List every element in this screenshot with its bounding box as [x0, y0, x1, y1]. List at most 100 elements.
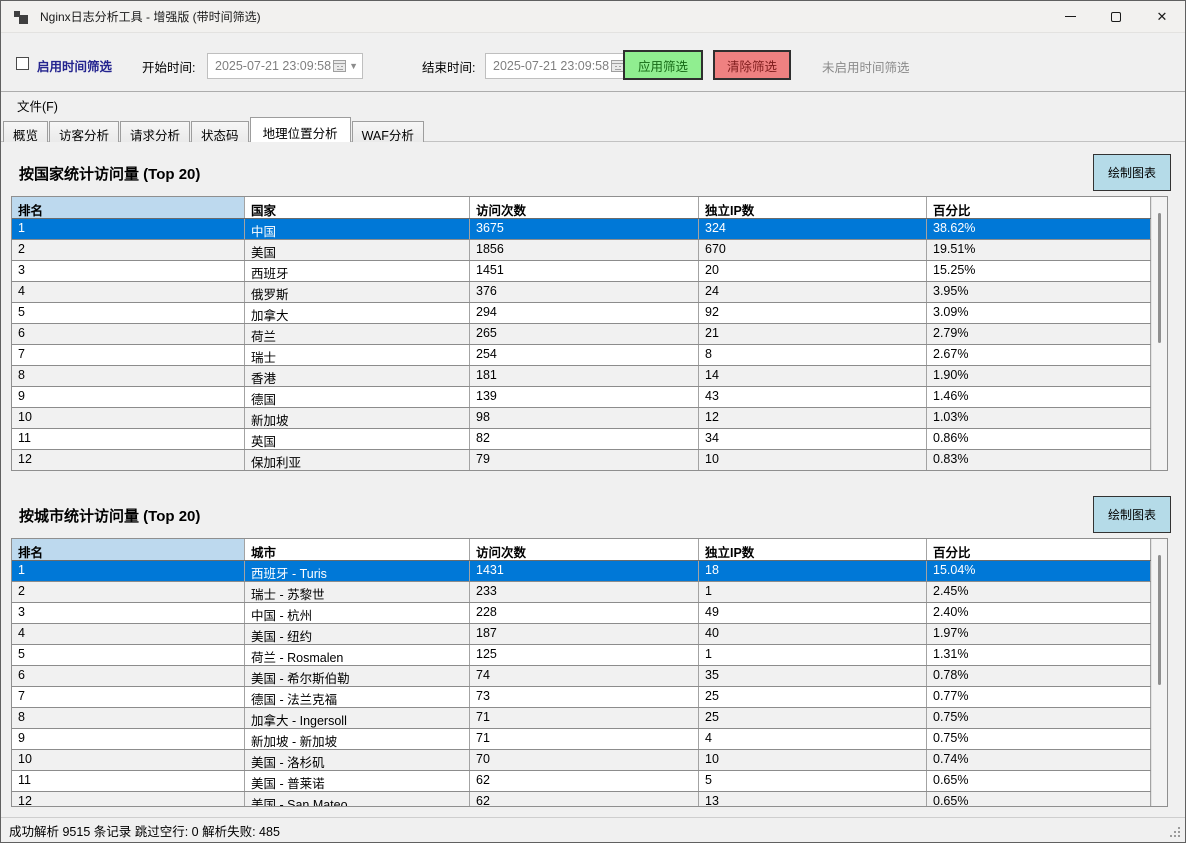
table-cell[interactable]: 20 [699, 261, 927, 281]
table-cell[interactable]: 3 [12, 603, 245, 623]
table-cell[interactable]: 1.31% [927, 645, 1151, 665]
table-cell[interactable]: 7 [12, 687, 245, 707]
table-cell[interactable]: 1 [12, 219, 245, 239]
table-cell[interactable]: 92 [699, 303, 927, 323]
table-cell[interactable]: 71 [470, 708, 699, 728]
column-header[interactable]: 访问次数 [470, 539, 699, 560]
table-cell[interactable]: 西班牙 [245, 261, 470, 281]
table-cell[interactable]: 4 [12, 282, 245, 302]
table-row[interactable]: 2美国185667019.51% [12, 240, 1151, 261]
table-cell[interactable]: 98 [470, 408, 699, 428]
table-cell[interactable]: 62 [470, 771, 699, 791]
table-cell[interactable]: 新加坡 - 新加坡 [245, 729, 470, 749]
table-cell[interactable]: 英国 [245, 429, 470, 449]
table-cell[interactable]: 9 [12, 387, 245, 407]
table-cell[interactable]: 0.65% [927, 792, 1151, 806]
table-cell[interactable]: 18 [699, 561, 927, 581]
table-cell[interactable]: 12 [12, 450, 245, 470]
table-cell[interactable]: 西班牙 - Turis [245, 561, 470, 581]
column-header[interactable]: 排名 [12, 197, 245, 218]
minimize-button[interactable] [1047, 1, 1093, 32]
table-cell[interactable]: 0.77% [927, 687, 1151, 707]
tab-geo-analysis[interactable]: 地理位置分析 [250, 117, 351, 142]
table-cell[interactable]: 11 [12, 771, 245, 791]
tab-request-analysis[interactable]: 请求分析 [120, 121, 190, 142]
table-row[interactable]: 12美国 - San Mateo62130.65% [12, 792, 1151, 806]
table-cell[interactable]: 294 [470, 303, 699, 323]
table-row[interactable]: 9德国139431.46% [12, 387, 1151, 408]
table-cell[interactable]: 34 [699, 429, 927, 449]
table-row[interactable]: 8加拿大 - Ingersoll71250.75% [12, 708, 1151, 729]
table-cell[interactable]: 265 [470, 324, 699, 344]
table-cell[interactable]: 1.90% [927, 366, 1151, 386]
table-cell[interactable]: 加拿大 [245, 303, 470, 323]
table-cell[interactable]: 19.51% [927, 240, 1151, 260]
table-cell[interactable]: 14 [699, 366, 927, 386]
table-cell[interactable]: 1431 [470, 561, 699, 581]
table-cell[interactable]: 荷兰 - Rosmalen [245, 645, 470, 665]
table-cell[interactable]: 8 [12, 708, 245, 728]
vertical-scrollbar[interactable] [1151, 539, 1167, 806]
table-cell[interactable]: 6 [12, 666, 245, 686]
table-cell[interactable]: 中国 - 杭州 [245, 603, 470, 623]
maximize-button[interactable] [1093, 1, 1139, 32]
draw-city-chart-button[interactable]: 绘制图表 [1093, 496, 1171, 533]
table-cell[interactable]: 233 [470, 582, 699, 602]
table-cell[interactable]: 324 [699, 219, 927, 239]
table-cell[interactable]: 40 [699, 624, 927, 644]
table-cell[interactable]: 74 [470, 666, 699, 686]
table-cell[interactable]: 2 [12, 240, 245, 260]
vertical-scrollbar[interactable] [1151, 197, 1167, 470]
table-cell[interactable]: 70 [470, 750, 699, 770]
table-cell[interactable]: 0.75% [927, 708, 1151, 728]
table-cell[interactable]: 2.79% [927, 324, 1151, 344]
table-cell[interactable]: 10 [12, 750, 245, 770]
table-row[interactable]: 10新加坡98121.03% [12, 408, 1151, 429]
table-cell[interactable]: 10 [699, 750, 927, 770]
table-cell[interactable]: 0.75% [927, 729, 1151, 749]
apply-filter-button[interactable]: 应用筛选 [623, 50, 703, 80]
start-time-picker[interactable]: 2025-07-21 23:09:58 ▼ [207, 53, 363, 79]
table-cell[interactable]: 3.95% [927, 282, 1151, 302]
table-cell[interactable]: 加拿大 - Ingersoll [245, 708, 470, 728]
table-cell[interactable]: 79 [470, 450, 699, 470]
table-cell[interactable]: 美国 - San Mateo [245, 792, 470, 806]
table-cell[interactable]: 25 [699, 708, 927, 728]
table-cell[interactable]: 43 [699, 387, 927, 407]
table-cell[interactable]: 3675 [470, 219, 699, 239]
table-cell[interactable]: 2.67% [927, 345, 1151, 365]
table-cell[interactable]: 11 [12, 429, 245, 449]
table-row[interactable]: 12保加利亚79100.83% [12, 450, 1151, 470]
table-cell[interactable]: 中国 [245, 219, 470, 239]
scrollbar-thumb[interactable] [1158, 213, 1161, 343]
table-cell[interactable]: 3 [12, 261, 245, 281]
table-cell[interactable]: 1 [699, 582, 927, 602]
table-row[interactable]: 1西班牙 - Turis14311815.04% [12, 561, 1151, 582]
table-cell[interactable]: 71 [470, 729, 699, 749]
table-row[interactable]: 11美国 - 普莱诺6250.65% [12, 771, 1151, 792]
table-cell[interactable]: 5 [12, 303, 245, 323]
table-row[interactable]: 3中国 - 杭州228492.40% [12, 603, 1151, 624]
tab-overview[interactable]: 概览 [3, 121, 48, 142]
table-cell[interactable]: 8 [699, 345, 927, 365]
table-cell[interactable]: 瑞士 [245, 345, 470, 365]
table-cell[interactable]: 12 [12, 792, 245, 806]
tab-status-codes[interactable]: 状态码 [191, 121, 249, 142]
column-header[interactable]: 排名 [12, 539, 245, 560]
table-cell[interactable]: 0.78% [927, 666, 1151, 686]
table-cell[interactable]: 2.40% [927, 603, 1151, 623]
table-row[interactable]: 7德国 - 法兰克福73250.77% [12, 687, 1151, 708]
table-row[interactable]: 3西班牙14512015.25% [12, 261, 1151, 282]
table-row[interactable]: 11英国82340.86% [12, 429, 1151, 450]
table-cell[interactable]: 13 [699, 792, 927, 806]
table-cell[interactable]: 1856 [470, 240, 699, 260]
table-cell[interactable]: 新加坡 [245, 408, 470, 428]
column-header[interactable]: 百分比 [927, 539, 1151, 560]
table-cell[interactable]: 俄罗斯 [245, 282, 470, 302]
table-cell[interactable]: 4 [12, 624, 245, 644]
table-cell[interactable]: 73 [470, 687, 699, 707]
table-cell[interactable]: 德国 [245, 387, 470, 407]
table-cell[interactable]: 1.03% [927, 408, 1151, 428]
table-cell[interactable]: 1 [699, 645, 927, 665]
table-cell[interactable]: 187 [470, 624, 699, 644]
